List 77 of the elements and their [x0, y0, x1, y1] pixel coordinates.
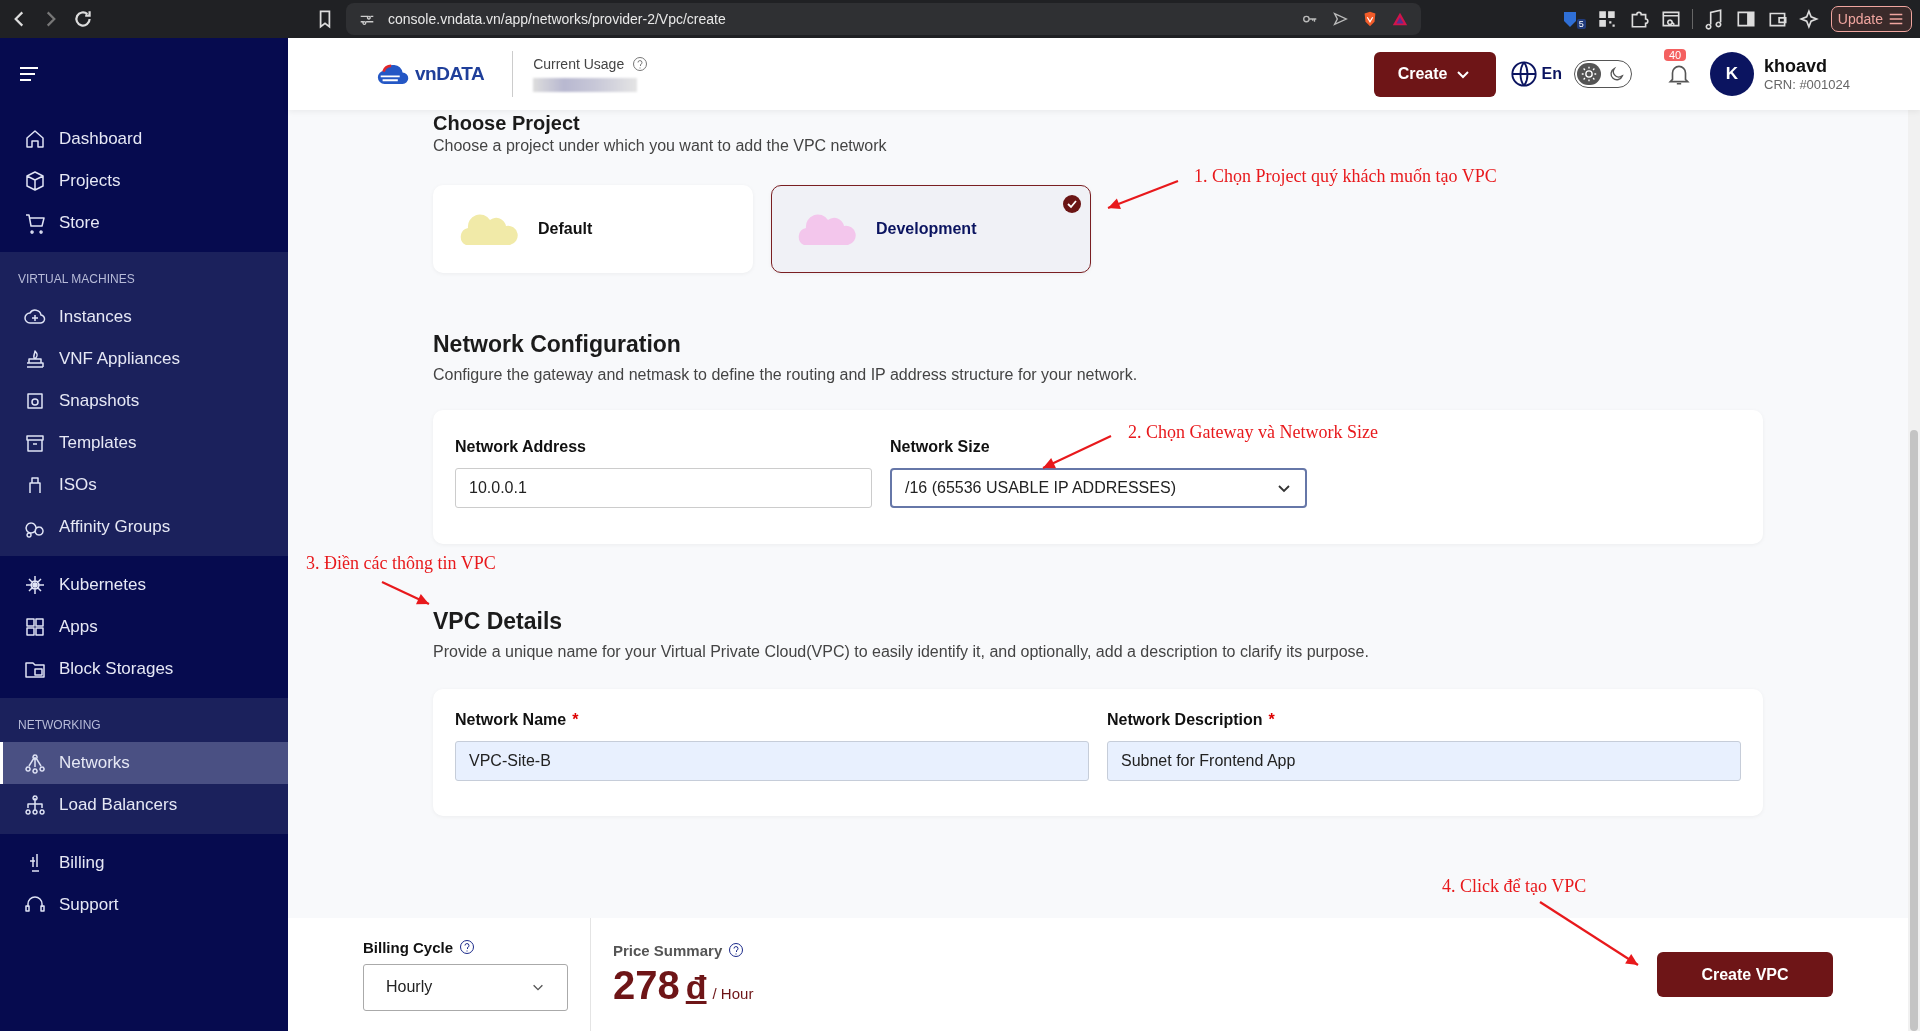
globe-icon [1509, 60, 1538, 88]
user-name: khoavd [1764, 56, 1829, 77]
sidebar-item[interactable]: Store [0, 202, 288, 244]
input-field[interactable]: Subnet for Frontend App [1107, 741, 1741, 781]
sidebar-item[interactable]: Networks [0, 742, 288, 784]
extension-badge: 5 [1576, 19, 1586, 29]
annotation-text: 2. Chọn Gateway và Network Size [1128, 422, 1378, 443]
sidebar-item[interactable]: Support [0, 884, 288, 926]
send-icon[interactable] [1331, 10, 1349, 28]
price-unit: / Hour [712, 984, 754, 1002]
help-icon[interactable] [728, 942, 745, 958]
project-name: Default [538, 220, 593, 238]
annotation-text: 1. Chọn Project quý khách muốn tạo VPC [1194, 166, 1497, 187]
sidebar-item[interactable]: Load Balancers [0, 784, 288, 826]
cart-icon [23, 211, 47, 235]
user-crn: CRN: #001024 [1764, 77, 1850, 92]
price-value: 278 [613, 962, 680, 1008]
section-title: VPC Details [433, 608, 564, 635]
create-vpc-button[interactable]: Create VPC [1657, 952, 1833, 997]
project-name: Development [876, 220, 977, 238]
input-field[interactable]: 10.0.0.1 [455, 468, 872, 508]
sidebar-item[interactable]: ISOs [0, 464, 288, 506]
notification-badge: 40 [1664, 49, 1687, 61]
sidebar-item[interactable]: Kubernetes [0, 564, 288, 606]
field-label: Network Address [455, 438, 587, 456]
network-icon [23, 751, 47, 775]
required-asterisk: * [1268, 711, 1275, 729]
grid-icon [23, 615, 47, 639]
help-icon[interactable] [459, 939, 476, 955]
sun-icon [1580, 65, 1598, 83]
update-button[interactable]: Update [1830, 6, 1912, 32]
field-label: Network Size [890, 438, 991, 456]
sidebar-item[interactable]: Block Storages [0, 648, 288, 690]
section-title: Network Configuration [433, 331, 682, 358]
billing-cycle-select[interactable]: Hourly [363, 963, 568, 1011]
moon-icon [1608, 65, 1626, 83]
input-field[interactable]: VPC-Site-B [455, 741, 1089, 781]
section-label: VIRTUAL MACHINES [17, 271, 136, 288]
annotation-text: 4. Click để tạo VPC [1442, 876, 1587, 897]
sidebar-item[interactable]: Billing [0, 842, 288, 884]
cube-icon [23, 169, 47, 193]
check-icon [1062, 194, 1082, 214]
section-title: Choose Project [433, 112, 581, 135]
sidebar-item[interactable]: Instances [0, 296, 288, 338]
field-label: Network Name [455, 711, 567, 729]
price-summary-label: Price Summary [613, 941, 723, 959]
project-card[interactable]: Development [771, 185, 1091, 273]
section-description: Choose a project under which you want to add the VPC network [433, 137, 888, 155]
sidebar-item[interactable]: Snapshots [0, 380, 288, 422]
sidebar-item[interactable]: Templates [0, 422, 288, 464]
billing-cycle-label: Billing Cycle [363, 938, 454, 956]
section-description: Configure the gateway and netmask to define the routing and IP address structure for your network. [433, 366, 1139, 384]
logo[interactable]: vnDATA [375, 62, 485, 86]
scrollbar-thumb[interactable] [1910, 430, 1918, 1031]
sidebar-item[interactable]: Apps [0, 606, 288, 648]
sparkle-icon[interactable] [1798, 8, 1821, 30]
sidebar-item[interactable]: Affinity Groups [0, 506, 288, 548]
section-label: NETWORKING [17, 717, 102, 734]
required-asterisk: * [572, 711, 579, 729]
currency-symbol: đ [685, 967, 707, 1007]
address-bar[interactable]: console.vndata.vn/app/networks/provider-2/Vpc/create [346, 3, 1421, 35]
field-label: Network Description [1107, 711, 1263, 729]
language-button[interactable]: En [1509, 60, 1562, 88]
sidebar-item[interactable]: Projects [0, 160, 288, 202]
create-button[interactable]: Create [1373, 51, 1496, 97]
url-text: console.vndata.vn/app/networks/provider-2/Vpc/create [388, 11, 726, 27]
usage-label: Current Usage [533, 56, 625, 72]
sidebar-item[interactable]: VNF Appliances [0, 338, 288, 380]
hierarchy-icon [23, 793, 47, 817]
section-description: Provide a unique name for your Virtual Private Cloud(VPC) to easily identify it, and optionally, add a description to clarify its purpose. [433, 643, 1370, 661]
select-field[interactable]: /16 (65536 USABLE IP ADDRESSES) [890, 468, 1307, 508]
sidebar-item[interactable]: Dashboard [0, 118, 288, 160]
annotation-text: 3. Điền các thông tin VPC [306, 553, 496, 574]
user-avatar[interactable]: K [1710, 52, 1754, 96]
project-card[interactable]: Default [433, 185, 753, 273]
house-icon [23, 127, 47, 151]
reload-icon[interactable] [72, 8, 94, 30]
